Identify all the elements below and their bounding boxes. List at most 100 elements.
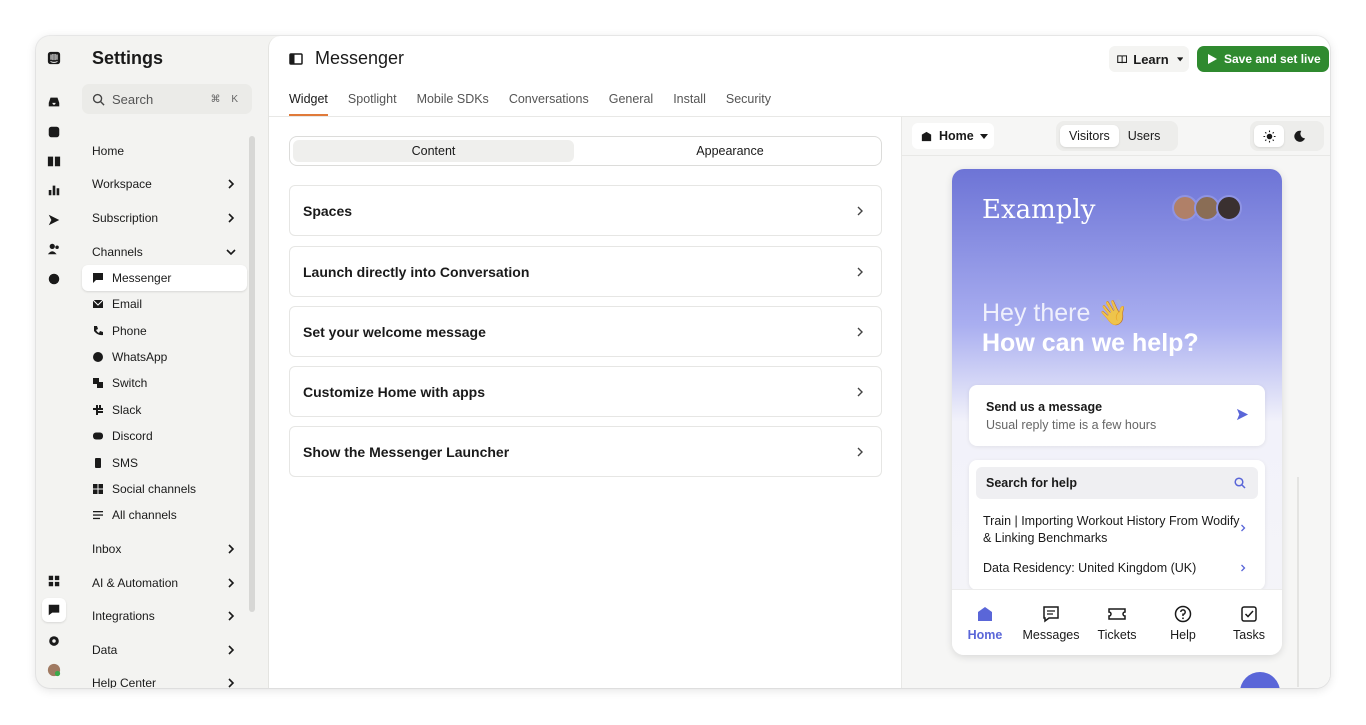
- save-label: Save and set live: [1224, 52, 1321, 66]
- send-arrow-icon: [1236, 408, 1249, 421]
- tab-install[interactable]: Install: [673, 92, 706, 116]
- nav-item-home[interactable]: Home: [82, 138, 247, 164]
- outbound-send-icon[interactable]: [42, 208, 66, 232]
- settings-card[interactable]: Show the Messenger Launcher: [289, 426, 882, 477]
- messenger-tab-tasks[interactable]: Tasks: [1216, 590, 1282, 655]
- card-label: Show the Messenger Launcher: [303, 443, 510, 460]
- avatar[interactable]: [42, 658, 66, 682]
- apps-icon[interactable]: [42, 569, 66, 593]
- greeting-text: Hey there 👋: [982, 299, 1129, 327]
- training-icon[interactable]: [42, 267, 66, 291]
- sms-icon: [95, 458, 101, 468]
- inbox-icon[interactable]: [42, 90, 66, 114]
- help-search-card: Search for help Train | Importing Workou…: [969, 460, 1265, 590]
- card-label: Launch directly into Conversation: [303, 263, 530, 280]
- search-input[interactable]: Search ⌘ K: [82, 84, 252, 114]
- nav-item-slack[interactable]: Slack: [82, 397, 247, 423]
- nav-item-subscription[interactable]: Subscription: [82, 205, 247, 231]
- moon-icon: [1293, 130, 1305, 142]
- chevron-right-icon: [228, 578, 235, 588]
- nav-item-channels[interactable]: Channels: [82, 239, 247, 265]
- tab-widget[interactable]: Widget: [289, 92, 328, 116]
- save-and-set-live-button[interactable]: Save and set live: [1197, 46, 1329, 72]
- icon-rail: [36, 36, 72, 688]
- nav-item-label: AI & Automation: [92, 576, 179, 590]
- messenger-tab-messages[interactable]: Messages: [1018, 590, 1084, 655]
- home-icon: [978, 607, 992, 621]
- nav-item-workspace[interactable]: Workspace: [82, 171, 247, 197]
- help-article-link[interactable]: Data Residency: United Kingdom (UK): [983, 560, 1243, 577]
- messenger-widget: Examply Hey there 👋 How can we help? Sen…: [952, 169, 1282, 655]
- card-label: Set your welcome message: [303, 323, 486, 340]
- light-mode-button[interactable]: [1254, 125, 1284, 147]
- nav-item-switch[interactable]: Switch: [82, 370, 247, 396]
- nav-item-whatsapp[interactable]: WhatsApp: [82, 344, 247, 370]
- caret-down-icon: [1176, 57, 1183, 62]
- messenger-launcher-button[interactable]: [1240, 672, 1280, 688]
- nav-item-label: Discord: [112, 429, 153, 443]
- learn-button[interactable]: Learn: [1109, 46, 1189, 72]
- send-message-card[interactable]: Send us a message Usual reply time is a …: [969, 385, 1265, 446]
- nav-item-inbox[interactable]: Inbox: [82, 536, 247, 562]
- messenger-bottom-nav: Home Messages Tickets Help Tasks: [952, 589, 1282, 655]
- tab-security[interactable]: Security: [726, 92, 771, 116]
- settings-card[interactable]: Launch directly into Conversation: [289, 246, 882, 297]
- settings-card[interactable]: Customize Home with apps: [289, 366, 882, 417]
- search-placeholder: Search: [112, 91, 154, 107]
- list-icon: [93, 511, 103, 520]
- nav-item-integrations[interactable]: Integrations: [82, 603, 247, 629]
- intercom-logo-icon[interactable]: [42, 46, 66, 70]
- switch-icon: [93, 378, 103, 388]
- users-option[interactable]: Users: [1119, 125, 1170, 147]
- help-search-input[interactable]: Search for help: [976, 467, 1258, 499]
- segment-appearance[interactable]: Appearance: [580, 140, 880, 162]
- preview-scrollbar: [1297, 477, 1299, 687]
- fin-ai-icon[interactable]: [42, 120, 66, 144]
- messenger-icon: [93, 273, 103, 283]
- contacts-icon[interactable]: [42, 237, 66, 261]
- play-icon: [1208, 54, 1217, 64]
- nav-item-sms[interactable]: SMS: [82, 450, 247, 476]
- messenger-tab-label: Home: [967, 628, 1003, 642]
- nav-item-phone[interactable]: Phone: [82, 318, 247, 344]
- nav-item-label: Subscription: [92, 211, 159, 225]
- settings-card[interactable]: Spaces: [289, 185, 882, 236]
- settings-title: Settings: [92, 48, 164, 68]
- nav-item-ai-automation[interactable]: AI & Automation: [82, 570, 247, 596]
- messenger-tab-help[interactable]: Help: [1150, 590, 1216, 655]
- nav-item-discord[interactable]: Discord: [82, 423, 247, 449]
- nav-item-email[interactable]: Email: [82, 291, 247, 317]
- nav-item-help-center[interactable]: Help Center: [82, 670, 247, 688]
- tab-general[interactable]: General: [609, 92, 653, 116]
- visitors-option[interactable]: Visitors: [1060, 125, 1119, 147]
- nav-item-label: SMS: [112, 456, 139, 470]
- dark-mode-button[interactable]: [1284, 125, 1314, 147]
- chevron-right-icon: [857, 387, 863, 397]
- nav-item-social-channels[interactable]: Social channels: [82, 476, 247, 502]
- tab-mobile-sdks[interactable]: Mobile SDKs: [417, 92, 489, 116]
- nav-scrollbar[interactable]: [249, 136, 255, 612]
- nav-item-messenger[interactable]: Messenger: [82, 265, 247, 291]
- settings-card[interactable]: Set your welcome message: [289, 306, 882, 357]
- messenger-tab-label: Messages: [1022, 628, 1080, 642]
- caret-down-icon: [979, 134, 988, 139]
- sidebar-toggle-icon[interactable]: [289, 52, 303, 66]
- messenger-tab-tickets[interactable]: Tickets: [1084, 590, 1150, 655]
- chevron-right-icon: [857, 447, 863, 457]
- messenger-icon[interactable]: [42, 598, 66, 622]
- card-label: Customize Home with apps: [303, 383, 486, 400]
- messenger-tab-home[interactable]: Home: [952, 590, 1018, 655]
- reports-chart-icon[interactable]: [42, 178, 66, 202]
- nav-item-data[interactable]: Data: [82, 637, 247, 663]
- segment-content[interactable]: Content: [293, 140, 574, 162]
- nav-item-all-channels[interactable]: All channels: [82, 502, 247, 528]
- help-article-link[interactable]: Train | Importing Workout History From W…: [983, 513, 1243, 547]
- tasks-icon: [1241, 606, 1257, 622]
- settings-gear-icon[interactable]: [42, 629, 66, 653]
- tab-spotlight[interactable]: Spotlight: [348, 92, 397, 116]
- tab-conversations[interactable]: Conversations: [509, 92, 589, 116]
- knowledge-book-icon[interactable]: [42, 149, 66, 173]
- preview-page-select[interactable]: Home: [912, 123, 994, 149]
- learn-label: Learn: [1133, 51, 1169, 67]
- search-icon: [92, 93, 105, 106]
